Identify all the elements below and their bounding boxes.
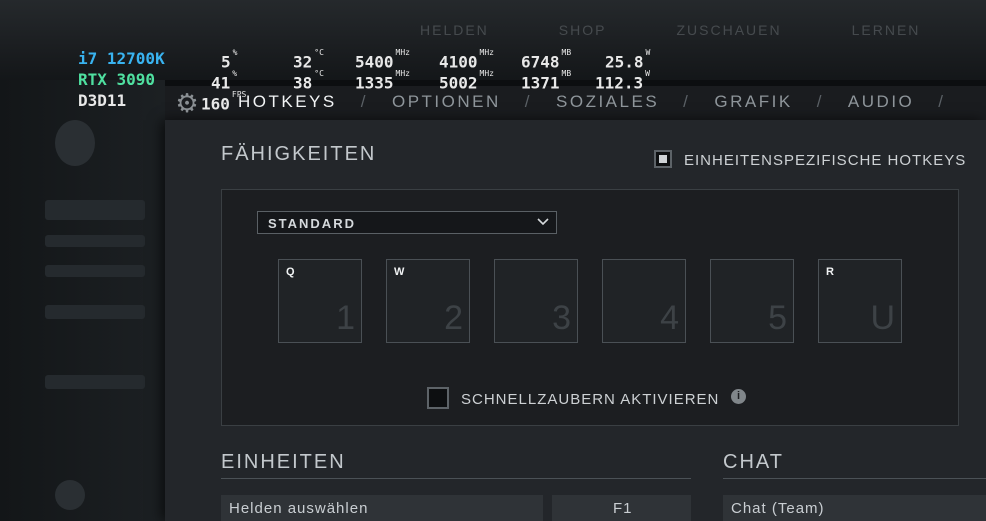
background-bar xyxy=(45,265,145,277)
osd-label: D3D11 xyxy=(78,91,127,110)
ability-slot-number: 1 xyxy=(336,299,355,337)
ability-slot[interactable]: W 2 xyxy=(386,259,470,343)
ability-slot-hotkey: Q xyxy=(286,266,295,278)
background-nav-item: LERNEN xyxy=(851,22,921,38)
osd-temp: 38 °C xyxy=(293,69,324,93)
preset-dropdown-value: STANDARD xyxy=(268,216,356,231)
background-bar xyxy=(45,200,145,220)
ability-slot-number: 2 xyxy=(444,299,463,337)
tab-separator: / xyxy=(524,92,533,111)
ability-slot-hotkey: W xyxy=(394,266,405,278)
tab-optionen[interactable]: OPTIONEN xyxy=(392,92,501,112)
unit-specific-hotkeys-checkbox[interactable] xyxy=(654,150,672,168)
chat-title: CHAT xyxy=(723,451,784,473)
background-sidebar xyxy=(0,80,165,521)
osd-label: RTX 3090 xyxy=(78,70,156,89)
abilities-title: FÄHIGKEITEN xyxy=(221,143,377,165)
info-icon[interactable]: i xyxy=(731,389,746,404)
tab-separator: / xyxy=(938,92,946,111)
chat-divider xyxy=(723,478,986,479)
ability-slot[interactable]: 3 xyxy=(494,259,578,343)
tab-separator: / xyxy=(816,92,824,111)
osd-label: i7 12700K xyxy=(78,49,165,68)
background-bar xyxy=(45,305,145,319)
ability-slot-number: 4 xyxy=(660,299,679,337)
ability-slot[interactable]: 4 xyxy=(602,259,686,343)
ability-slot-number: 5 xyxy=(768,299,787,337)
ability-slot[interactable]: R U xyxy=(818,259,902,343)
background-circle xyxy=(55,480,85,510)
background-nav-item: ZUSCHAUEN xyxy=(676,22,782,38)
background-bar xyxy=(45,375,145,389)
osd-power: 112.3 W xyxy=(595,69,650,93)
ability-slot[interactable]: 5 xyxy=(710,259,794,343)
quickcast-label[interactable]: SCHNELLZAUBERN AKTIVIEREN xyxy=(461,391,719,408)
tab-audio[interactable]: AUDIO xyxy=(848,92,914,112)
hotkey-row-label: Chat (Team) xyxy=(731,500,825,517)
osd-clock2: 5002 MHz xyxy=(439,69,494,93)
hotkey-key-label: F1 xyxy=(613,500,633,517)
settings-tabs: HOTKEYS / OPTIONEN / SOZIALES / GRAFIK /… xyxy=(238,92,970,112)
osd-memory: 1371 MB xyxy=(521,69,572,93)
ability-slot-hotkey: R xyxy=(826,266,834,278)
tab-soziales[interactable]: SOZIALES xyxy=(556,92,659,112)
tab-grafik[interactable]: GRAFIK xyxy=(714,92,792,112)
background-nav: HELDEN SHOP ZUSCHAUEN LERNEN xyxy=(420,22,986,52)
ability-slot-number: U xyxy=(870,299,895,337)
preset-dropdown[interactable]: STANDARD xyxy=(257,211,557,234)
tab-separator: / xyxy=(683,92,691,111)
ability-slot-number: 3 xyxy=(552,299,571,337)
osd-fps: 160 FPS xyxy=(201,90,247,114)
background-emblem xyxy=(55,120,95,166)
tab-separator: / xyxy=(360,92,368,111)
ability-slot[interactable]: Q 1 xyxy=(278,259,362,343)
osd-clock1: 1335 MHz xyxy=(355,69,410,93)
quickcast-checkbox[interactable] xyxy=(427,387,449,409)
gear-icon[interactable]: ⚙ xyxy=(172,88,202,118)
tab-hotkeys[interactable]: HOTKEYS xyxy=(238,92,337,112)
unit-specific-hotkeys-label[interactable]: EINHEITENSPEZIFISCHE HOTKEYS xyxy=(684,152,966,169)
hotkey-row-label: Helden auswählen xyxy=(229,500,369,517)
units-divider xyxy=(221,478,691,479)
units-title: EINHEITEN xyxy=(221,451,346,473)
chevron-down-icon xyxy=(537,218,549,226)
background-bar xyxy=(45,235,145,247)
